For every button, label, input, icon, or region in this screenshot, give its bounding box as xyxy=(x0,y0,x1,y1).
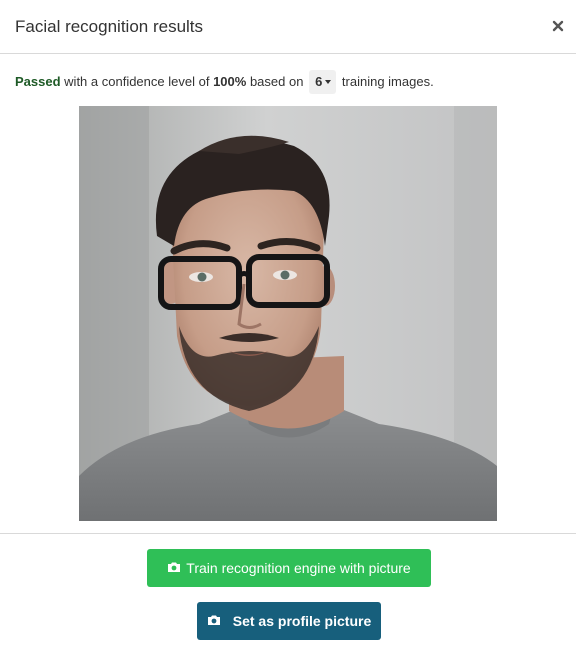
training-images-count: 6 xyxy=(315,73,323,89)
train-recognition-label: Train recognition engine with picture xyxy=(186,560,411,576)
training-images-count-dropdown[interactable]: 6 xyxy=(309,69,337,94)
footer-divider xyxy=(0,533,576,534)
caret-down-icon xyxy=(325,80,332,85)
camera-icon xyxy=(167,549,181,587)
portrait-illustration xyxy=(79,106,497,521)
camera-icon xyxy=(207,602,221,640)
summary-text-training-images: training images. xyxy=(341,74,434,89)
summary-text-confidence: with a confidence level of xyxy=(64,74,210,89)
set-profile-picture-button[interactable]: Set as profile picture xyxy=(197,602,381,640)
modal-header: Facial recognition results xyxy=(0,0,576,54)
facial-recognition-modal: Facial recognition results Passed with a… xyxy=(0,0,576,651)
recognition-summary: Passed with a confidence level of 100% b… xyxy=(15,69,434,95)
train-recognition-button[interactable]: Train recognition engine with picture xyxy=(147,549,431,587)
portrait-photo xyxy=(79,106,497,521)
set-profile-picture-label: Set as profile picture xyxy=(232,613,372,629)
close-icon xyxy=(552,20,564,32)
modal-title: Facial recognition results xyxy=(15,17,204,36)
status-passed: Passed xyxy=(15,74,61,89)
close-button[interactable] xyxy=(550,18,566,34)
confidence-value: 100% xyxy=(213,74,247,89)
summary-text-based-on: based on xyxy=(249,74,304,89)
